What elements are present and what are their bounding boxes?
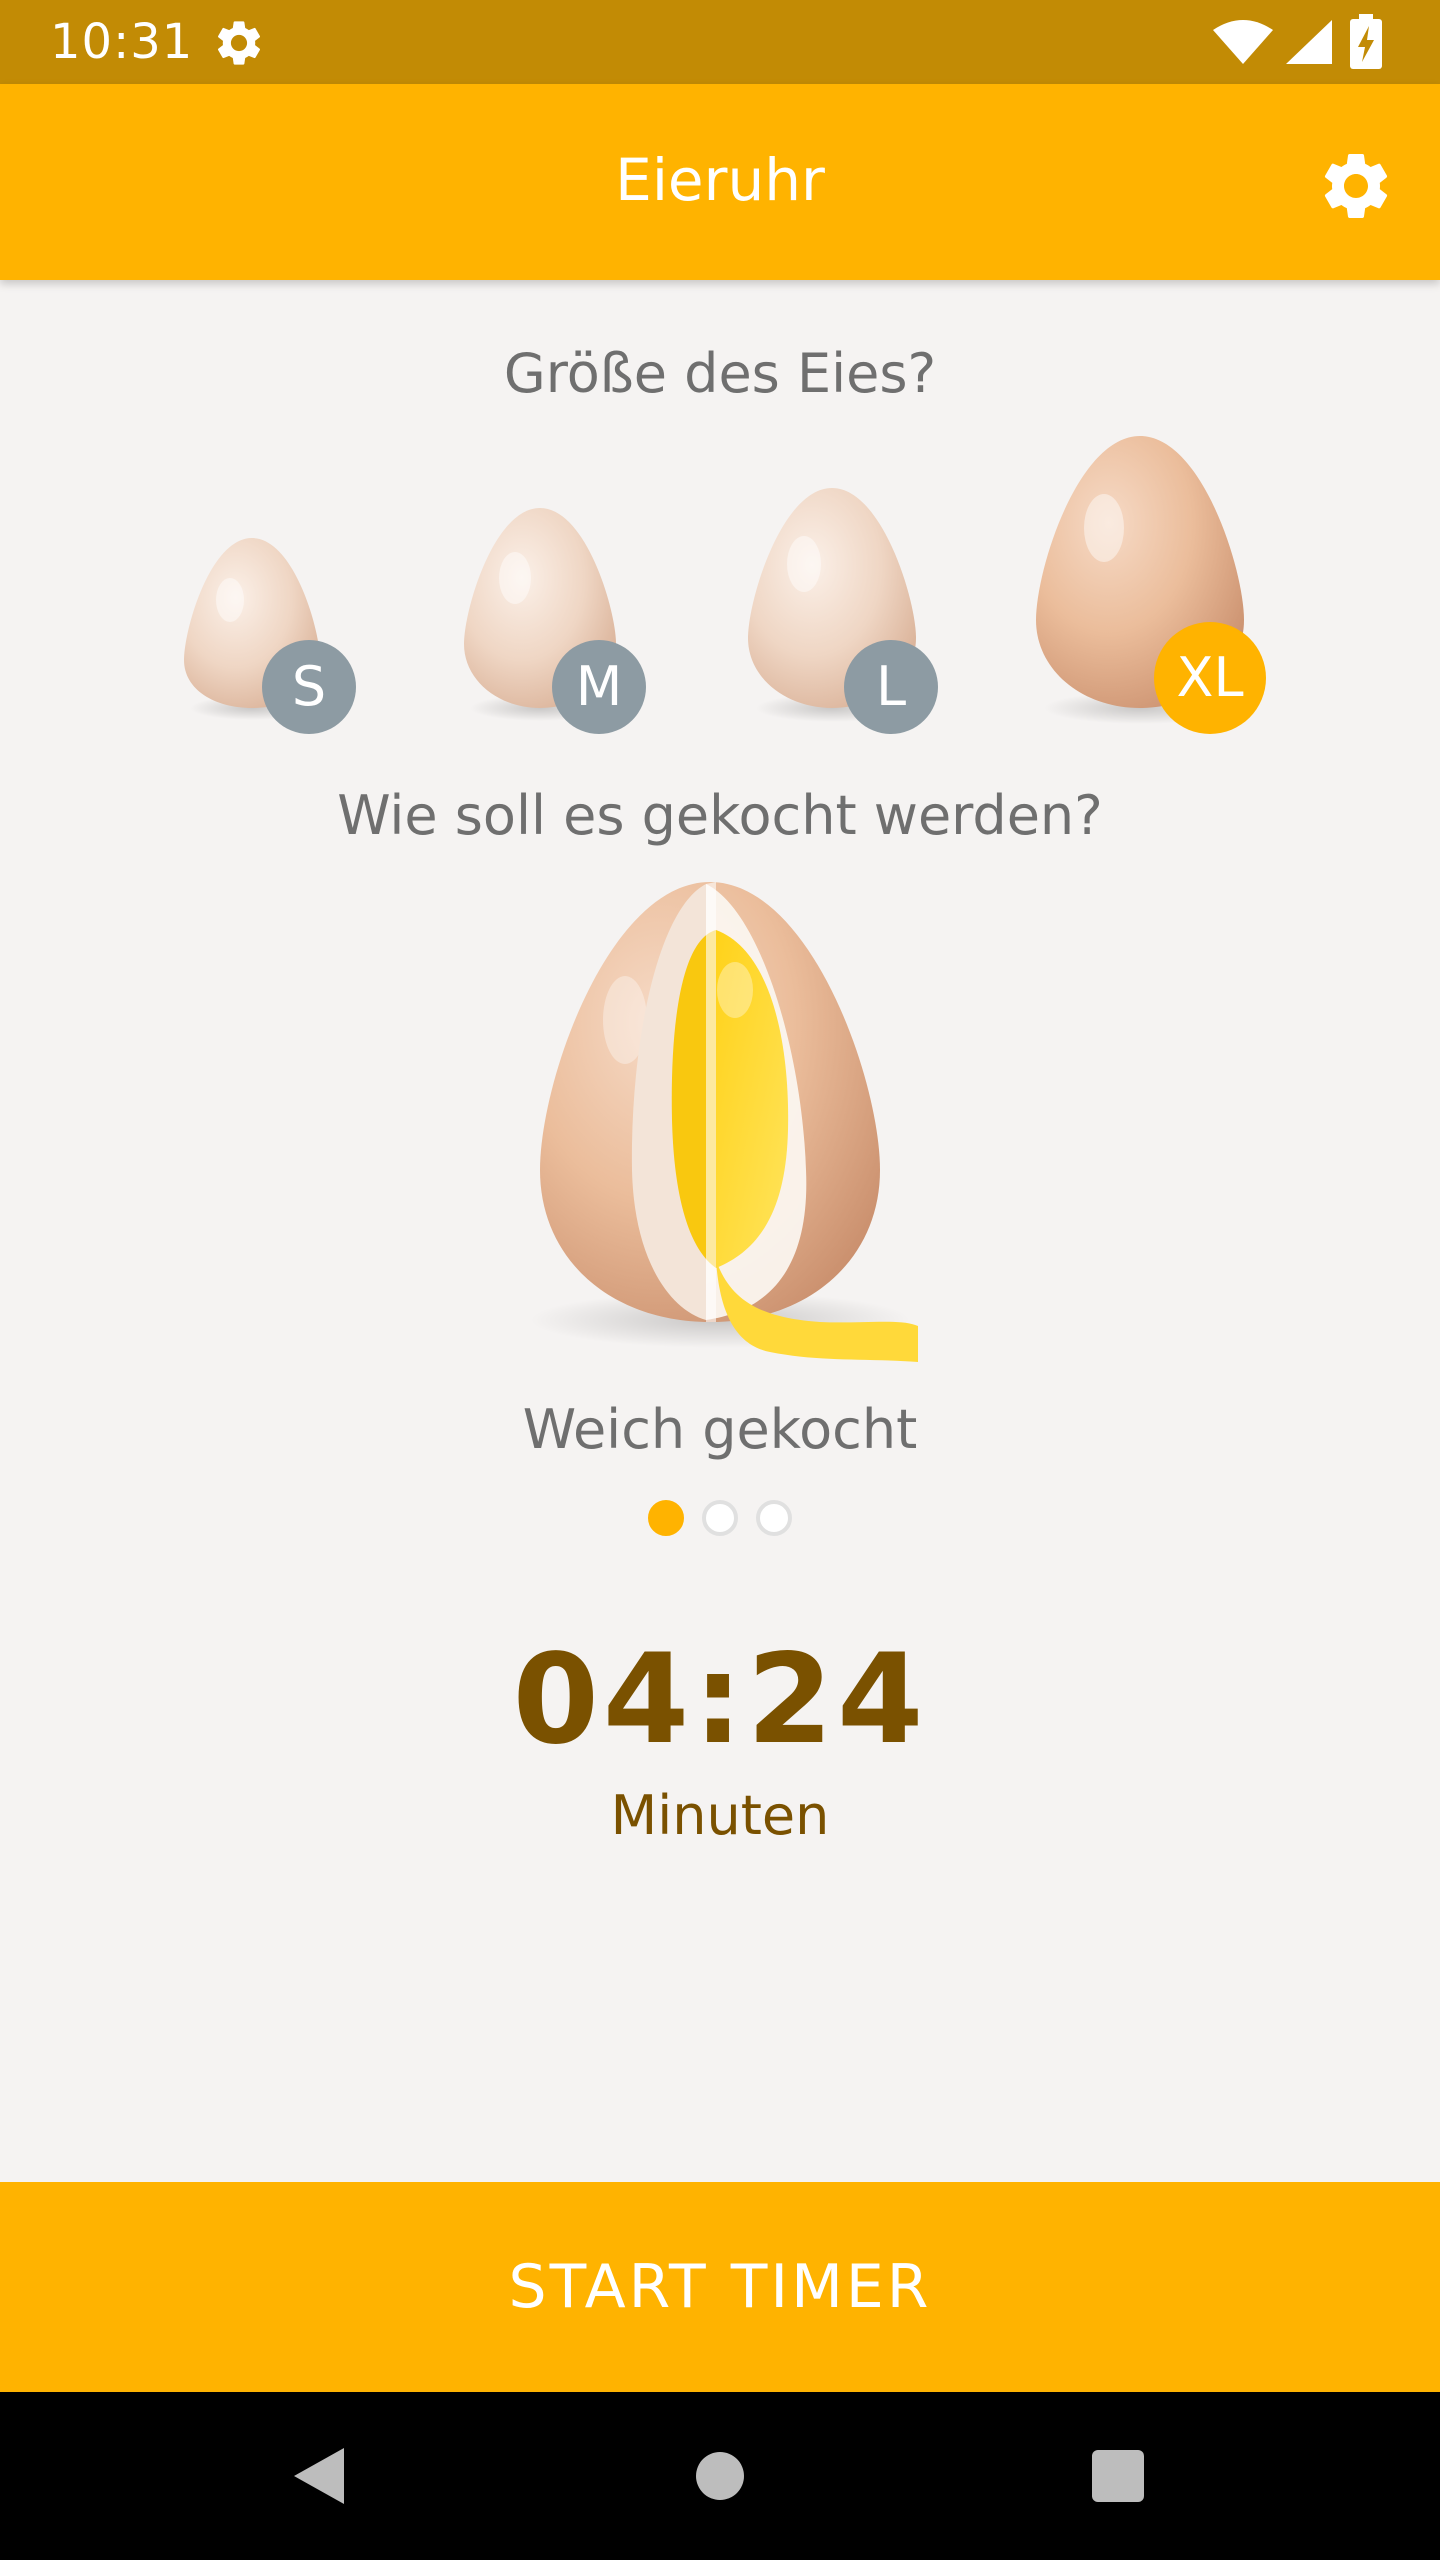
battery-charging-icon (1350, 14, 1382, 69)
cook-heading: Wie soll es gekocht werden? (337, 784, 1103, 847)
size-option-l[interactable]: L (744, 480, 944, 735)
page-dot-3[interactable] (756, 1500, 792, 1536)
soft-boiled-egg-image[interactable] (520, 870, 920, 1370)
settings-gear-icon[interactable] (1316, 146, 1396, 226)
start-timer-button[interactable]: START TIMER (0, 2182, 1440, 2392)
status-bar: 10:31 (0, 0, 1440, 84)
page-indicator (0, 1500, 1440, 1536)
size-option-xl[interactable]: XL (1030, 430, 1270, 735)
back-icon[interactable] (284, 2440, 356, 2512)
timer-unit: Minuten (610, 1784, 830, 1847)
app-title: Eieruhr (615, 146, 825, 214)
timer-value: 04:24 (512, 1628, 928, 1772)
signal-icon (1286, 20, 1332, 64)
wifi-icon (1213, 20, 1273, 64)
size-option-m[interactable]: M (460, 500, 650, 735)
gear-icon (217, 21, 261, 65)
home-icon[interactable] (684, 2440, 756, 2512)
cook-level-label: Weich gekocht (522, 1398, 918, 1461)
size-option-s[interactable]: S (180, 530, 360, 735)
page-dot-1[interactable] (648, 1500, 684, 1536)
size-badge-m: M (552, 640, 646, 734)
screen: 10:31 Eieruhr Größe des Eies? S M L XL W… (0, 0, 1440, 2560)
status-time: 10:31 (50, 14, 194, 70)
size-badge-xl: XL (1154, 622, 1266, 734)
nav-bar (0, 2392, 1440, 2560)
size-badge-s: S (262, 640, 356, 734)
app-bar: Eieruhr (0, 84, 1440, 280)
size-heading: Größe des Eies? (503, 342, 937, 405)
size-badge-l: L (844, 640, 938, 734)
recents-icon[interactable] (1082, 2440, 1154, 2512)
page-dot-2[interactable] (702, 1500, 738, 1536)
